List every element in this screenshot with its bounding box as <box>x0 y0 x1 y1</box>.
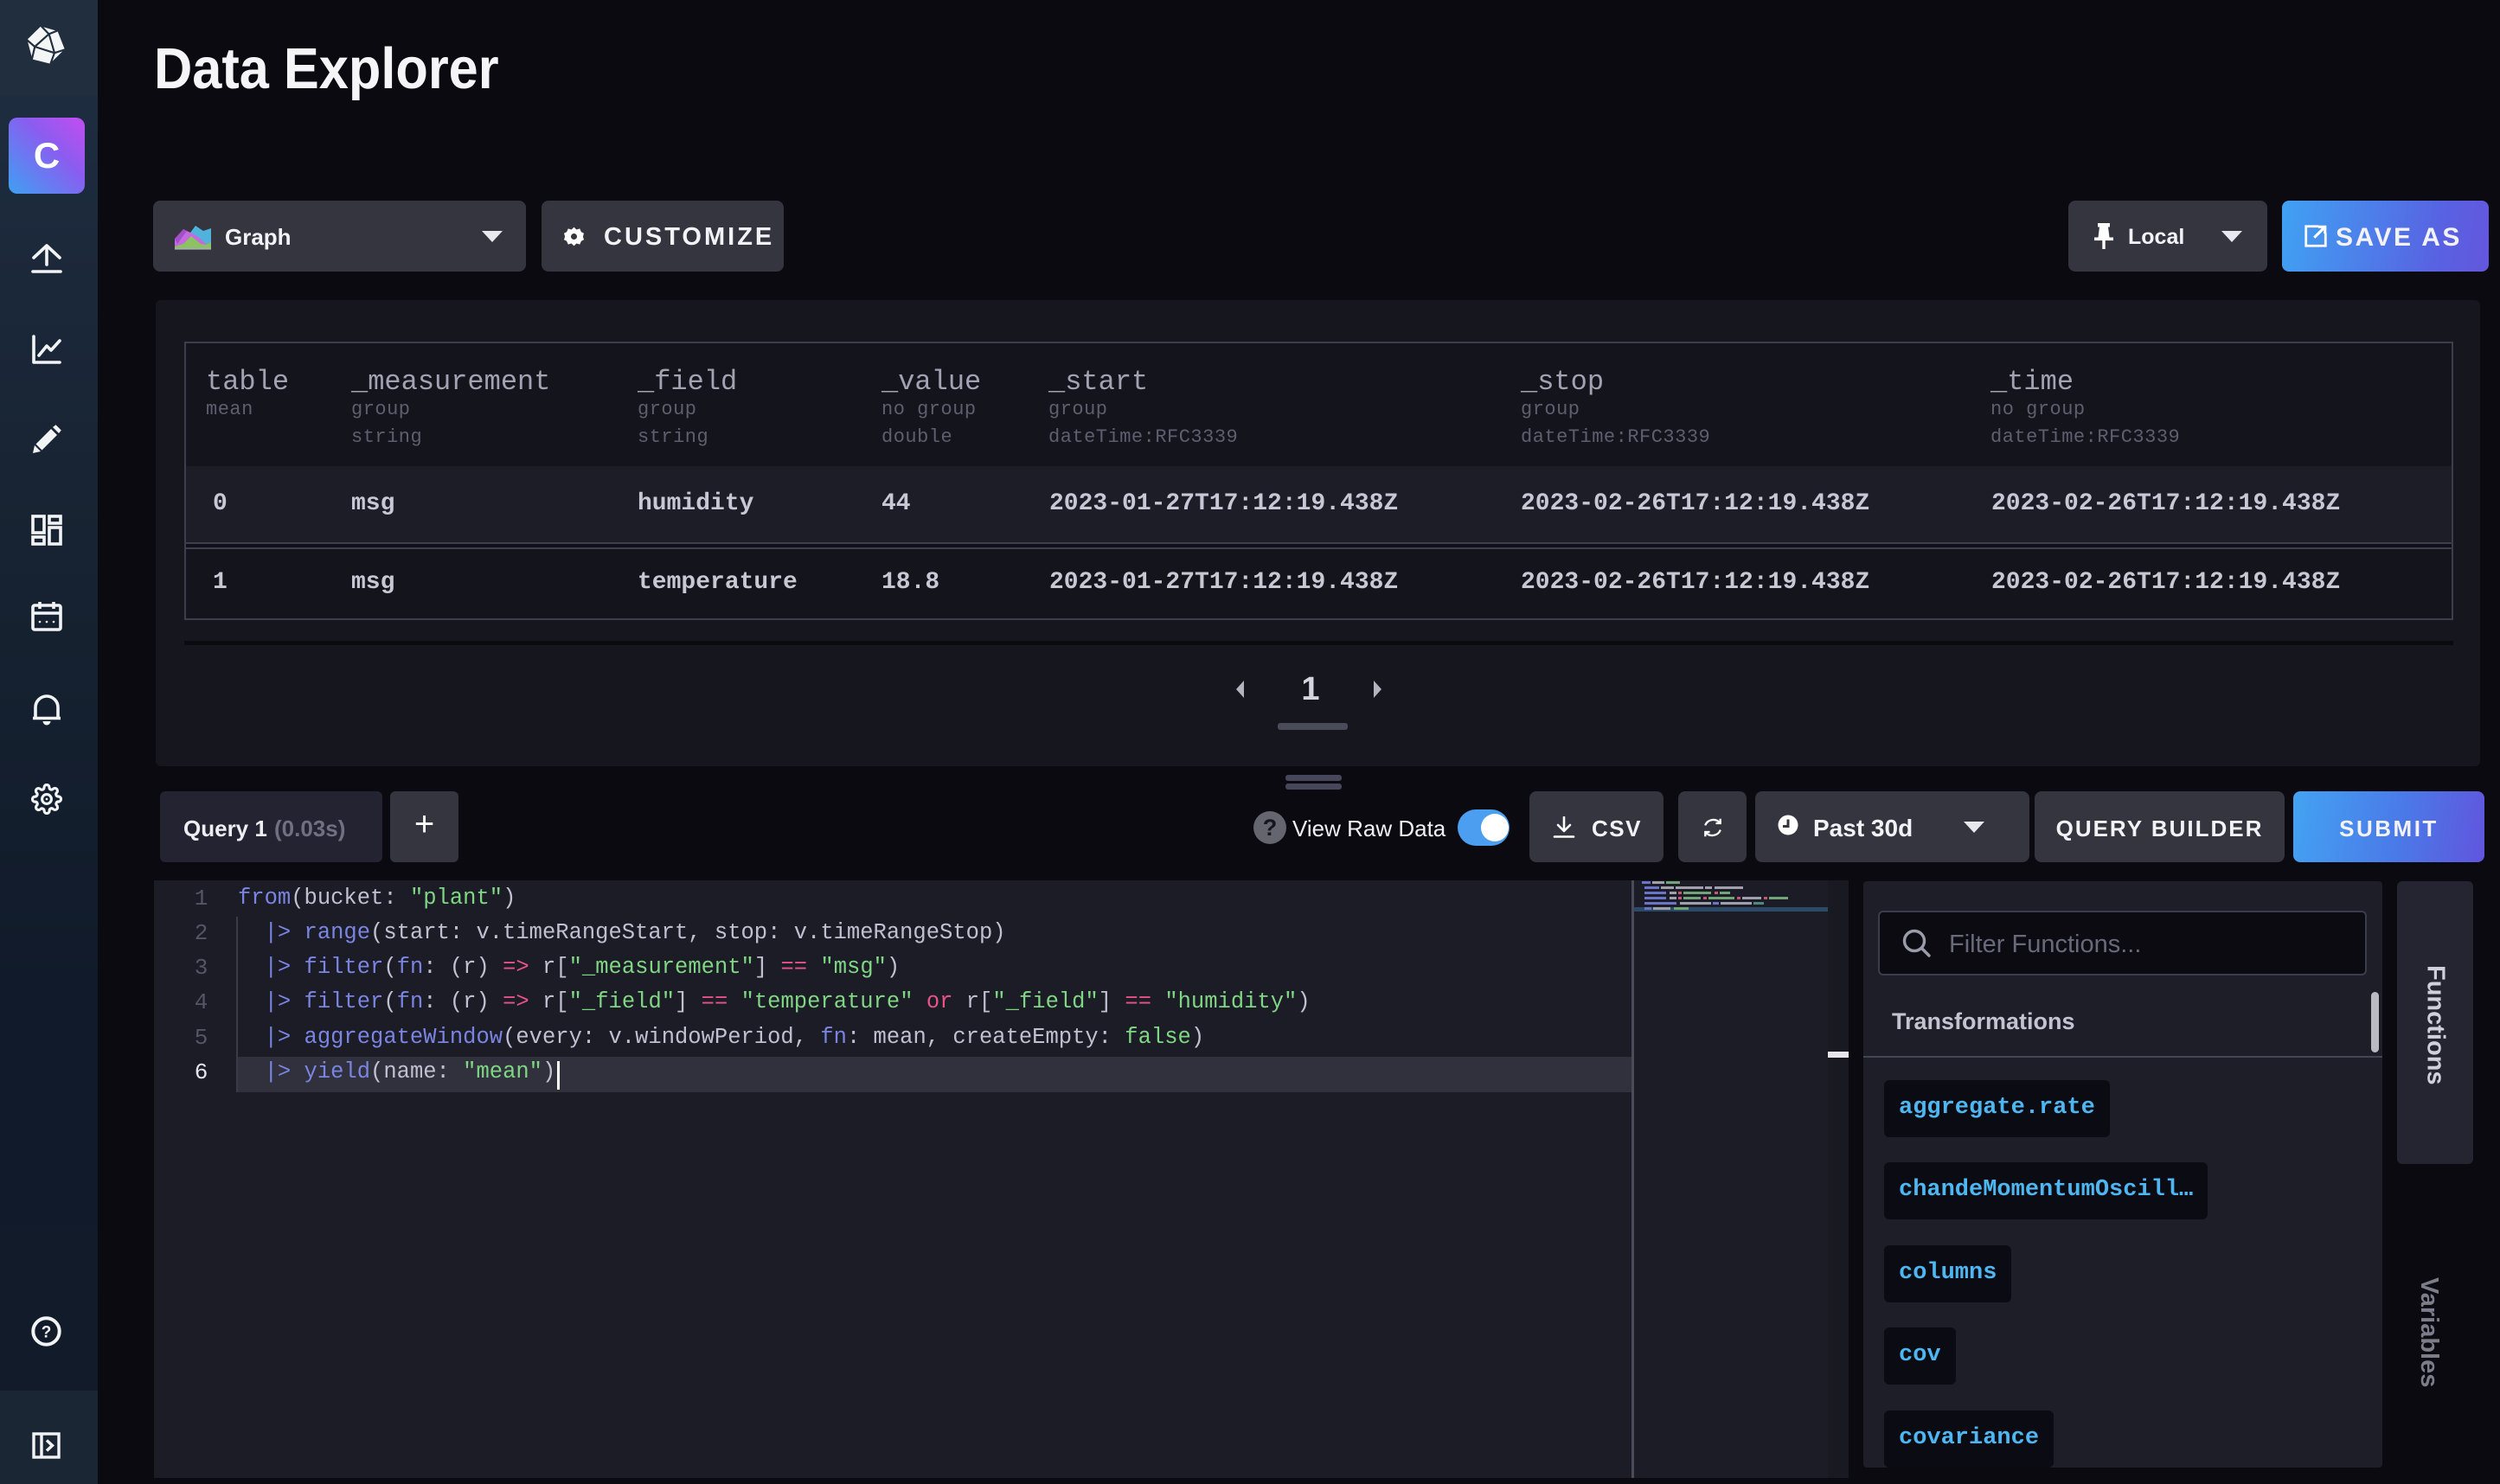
svg-text:?: ? <box>42 1324 52 1342</box>
